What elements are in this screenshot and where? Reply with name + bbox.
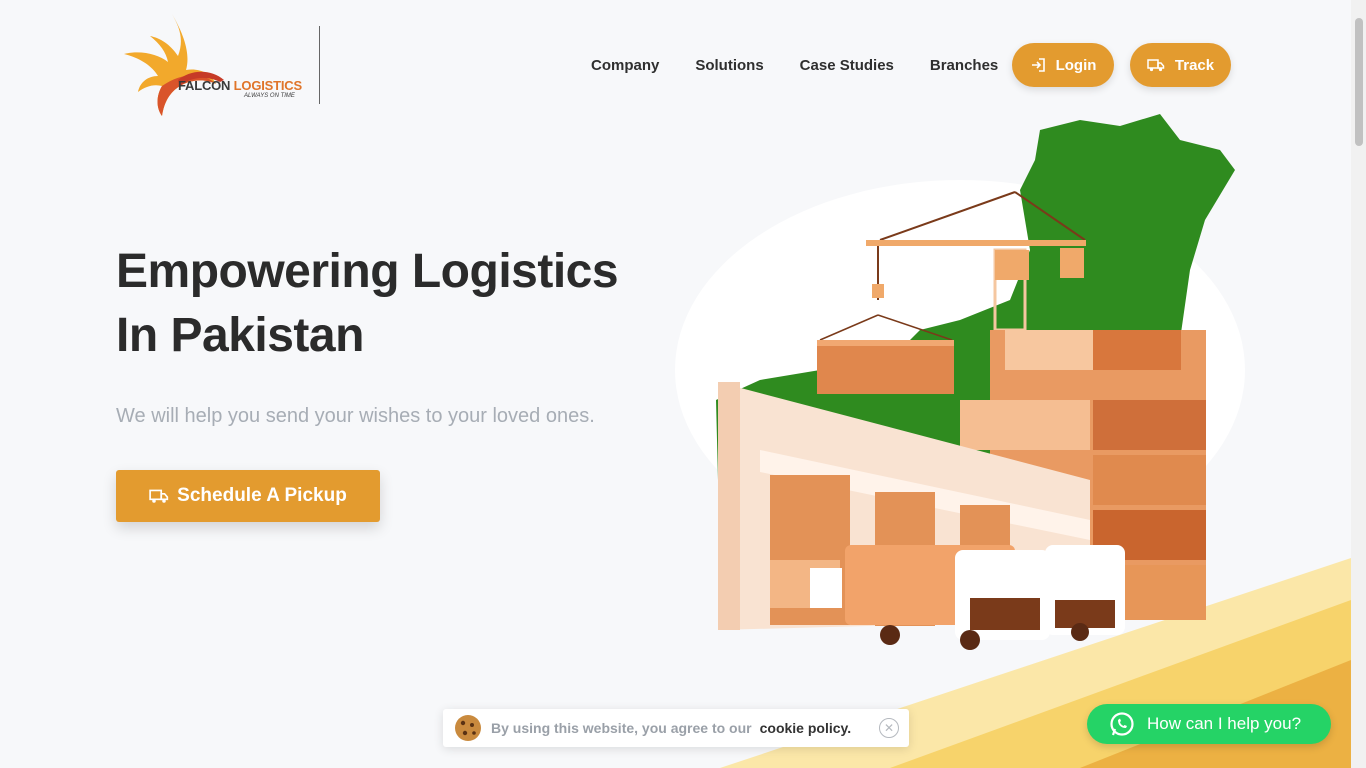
login-button[interactable]: Login bbox=[1012, 43, 1114, 87]
page-scrollbar[interactable] bbox=[1351, 0, 1366, 768]
login-icon bbox=[1031, 58, 1045, 72]
truck-icon bbox=[149, 489, 169, 503]
logo-divider bbox=[319, 26, 320, 104]
nav-solutions[interactable]: Solutions bbox=[695, 57, 763, 74]
cookie-icon bbox=[455, 715, 481, 741]
track-label: Track bbox=[1174, 56, 1215, 74]
logo-wordmark: FALCON LOGISTICS bbox=[178, 78, 302, 93]
cookie-banner: By using this website, you agree to our … bbox=[443, 709, 909, 747]
close-icon[interactable]: ✕ bbox=[879, 718, 899, 738]
nav-branches[interactable]: Branches bbox=[930, 57, 998, 74]
login-label: Login bbox=[1055, 56, 1097, 74]
falcon-bird-logo-icon bbox=[124, 14, 224, 116]
hero-title-line2: In Pakistan bbox=[116, 309, 364, 362]
schedule-pickup-button[interactable]: Schedule A Pickup bbox=[116, 470, 380, 522]
logistics-illustration bbox=[675, 114, 1351, 768]
cookie-policy-link[interactable]: cookie policy. bbox=[760, 720, 852, 736]
logo-brand-accent: LOGISTICS bbox=[233, 78, 302, 93]
falcon-logo[interactable]: FALCON LOGISTICS ALWAYS ON TIME bbox=[120, 10, 310, 120]
whatsapp-label: How can I help you? bbox=[1147, 714, 1302, 733]
whatsapp-icon bbox=[1110, 712, 1134, 736]
logo-tagline: ALWAYS ON TIME bbox=[244, 93, 295, 99]
nav-company[interactable]: Company bbox=[591, 57, 659, 74]
whatsapp-chat-button[interactable]: How can I help you? bbox=[1087, 704, 1331, 744]
cookie-text: By using this website, you agree to our bbox=[491, 720, 752, 736]
hero-title: Empowering Logistics In Pakistan bbox=[116, 240, 676, 368]
main-nav: Company Solutions Case Studies Branches bbox=[573, 43, 1016, 87]
scrollbar-thumb[interactable] bbox=[1355, 18, 1363, 146]
logo-brand-primary: FALCON bbox=[178, 78, 231, 93]
nav-case-studies[interactable]: Case Studies bbox=[800, 57, 894, 74]
truck-icon bbox=[1147, 59, 1165, 72]
hero-subtitle: We will help you send your wishes to you… bbox=[116, 405, 595, 427]
hero-title-line1: Empowering Logistics bbox=[116, 245, 619, 298]
schedule-pickup-label: Schedule A Pickup bbox=[177, 485, 347, 506]
track-button[interactable]: Track bbox=[1130, 43, 1231, 87]
